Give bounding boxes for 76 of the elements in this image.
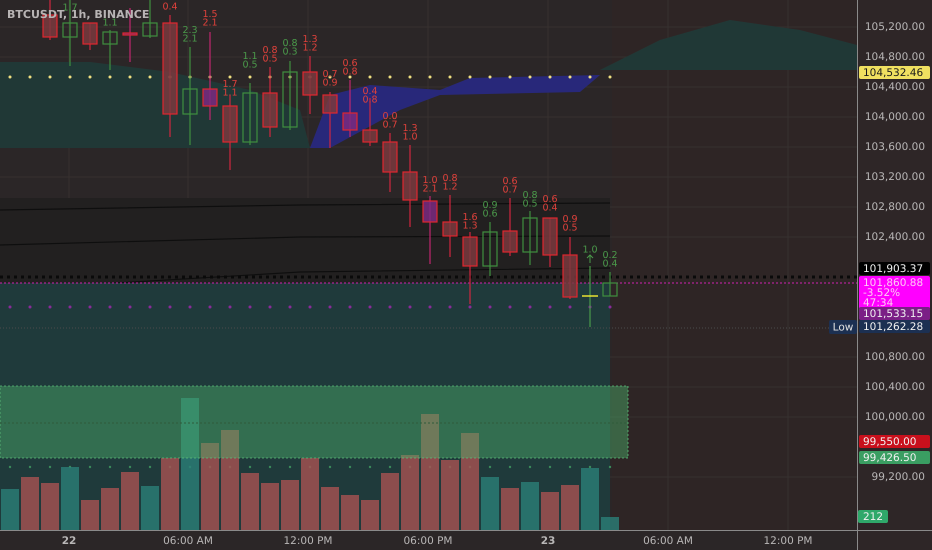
candle-label: 1.3 bbox=[462, 220, 478, 232]
candle-label: 1.2 bbox=[442, 182, 458, 193]
candle-label: 0.5 bbox=[522, 198, 538, 210]
candle-label: 0.4 bbox=[602, 258, 618, 270]
price-tick: 104,800.00 bbox=[864, 50, 925, 63]
volume-bar bbox=[21, 477, 39, 530]
volume-bar bbox=[381, 473, 399, 530]
time-label: 06:00 PM bbox=[404, 534, 452, 547]
volume-bar bbox=[81, 500, 99, 530]
price-tick: 104,400.00 bbox=[864, 80, 925, 93]
price-tick: 100,800.00 bbox=[864, 350, 925, 363]
volume-bar bbox=[601, 517, 619, 530]
candle-label: 0.5 bbox=[262, 54, 278, 65]
price-badge: 101,860.88 -3.52% 47:34 bbox=[859, 276, 930, 309]
volume-bar bbox=[61, 467, 79, 530]
candle-label: 1.0 bbox=[402, 132, 418, 143]
time-label: 06:00 AM bbox=[643, 534, 693, 547]
volume-bar bbox=[361, 500, 379, 530]
volume-bar bbox=[281, 480, 299, 530]
volume-bar bbox=[141, 486, 159, 530]
price-badge: 99,426.50 bbox=[859, 451, 930, 464]
volume-bar bbox=[101, 488, 119, 530]
price-badge: 104,532.46 bbox=[859, 66, 930, 79]
volume-bar bbox=[341, 495, 359, 530]
volume-bar bbox=[301, 458, 319, 530]
time-label: 06:00 AM bbox=[163, 534, 213, 547]
candle-label: 0.9 bbox=[322, 78, 338, 89]
price-tick: 105,200.00 bbox=[864, 20, 925, 33]
price-tick: 103,600.00 bbox=[864, 140, 925, 153]
candle-label: 0.4 bbox=[162, 2, 178, 13]
volume-bar bbox=[261, 483, 279, 530]
volume-bar bbox=[501, 488, 519, 530]
price-tick: 100,000.00 bbox=[864, 410, 925, 423]
volume-bar bbox=[1, 489, 19, 530]
volume-bar bbox=[561, 485, 579, 530]
volume-bar bbox=[541, 492, 559, 530]
price-tick: 103,200.00 bbox=[864, 170, 925, 183]
volume-bar bbox=[321, 487, 339, 530]
price-tick: 102,400.00 bbox=[864, 230, 925, 243]
volume-bar bbox=[521, 482, 539, 530]
volume-bar bbox=[41, 483, 59, 530]
price-badge: 101,533.15 bbox=[859, 307, 930, 320]
price-tick: 100,400.00 bbox=[864, 380, 925, 393]
volume-bar bbox=[161, 458, 179, 530]
up-arrow-icon bbox=[586, 254, 594, 264]
time-label: 12:00 PM bbox=[764, 534, 812, 547]
time-label: 23 bbox=[540, 534, 556, 547]
price-tick: 104,000.00 bbox=[864, 110, 925, 123]
time-label: 22 bbox=[62, 534, 76, 547]
price-tick: 102,800.00 bbox=[864, 200, 925, 213]
candle-label: 0.3 bbox=[282, 46, 298, 58]
candle-label: 0.6 bbox=[482, 208, 498, 220]
price-badge: 101,262.28 bbox=[859, 320, 930, 333]
candle-label: 2.1 bbox=[182, 34, 198, 45]
volume-bar bbox=[241, 473, 259, 530]
time-label: 12:00 PM bbox=[284, 534, 332, 547]
volume-bar bbox=[441, 460, 459, 530]
candle-label: 1.2 bbox=[302, 42, 318, 54]
price-tick: 99,200.00 bbox=[872, 470, 925, 483]
low-tag: Low bbox=[829, 320, 857, 334]
price-badge: 99,550.00 bbox=[859, 435, 930, 448]
candle-label: 2.1 bbox=[202, 18, 218, 29]
volume-bar bbox=[581, 468, 599, 530]
candle-label: 0.5 bbox=[242, 60, 258, 71]
candle-label: 2.1 bbox=[422, 184, 438, 195]
candle-label: 0.5 bbox=[562, 222, 578, 234]
candle-label: 0.8 bbox=[342, 66, 358, 78]
candle-label: 0.7 bbox=[502, 184, 518, 196]
price-badge: 212 bbox=[858, 510, 888, 523]
candle-label: 0.7 bbox=[382, 120, 398, 131]
price-badge: 101,903.37 bbox=[859, 262, 930, 275]
volume-bar bbox=[481, 477, 499, 530]
candle-label: 1.1 bbox=[222, 88, 238, 99]
candle-label: 0.4 bbox=[542, 202, 558, 214]
volume-bar bbox=[121, 472, 139, 530]
candle-label: 1.0 bbox=[582, 244, 598, 256]
